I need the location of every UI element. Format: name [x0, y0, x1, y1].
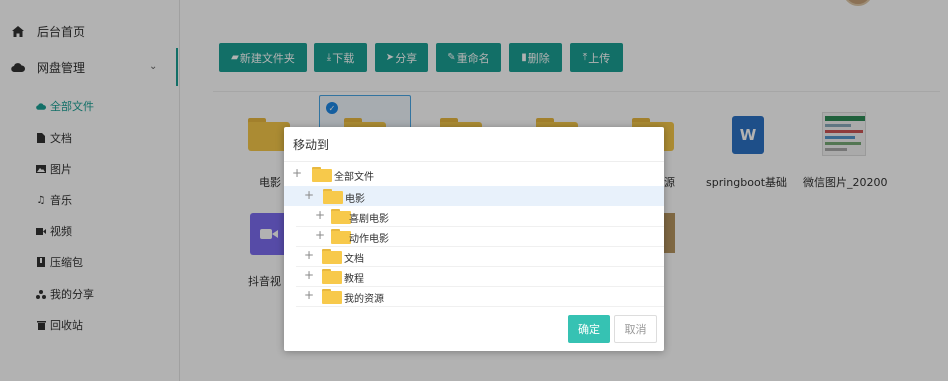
confirm-button[interactable]: 确定: [568, 315, 610, 343]
tree-node-tutorials[interactable]: + 教程: [284, 266, 664, 286]
dialog-title: 移动到: [284, 127, 664, 162]
expand-icon[interactable]: +: [304, 288, 314, 302]
tree-node-label: 教程: [344, 274, 364, 285]
tree-node-label: 动作电影: [349, 234, 389, 245]
expand-icon[interactable]: +: [315, 208, 325, 222]
tree-node-label: 电影: [345, 194, 365, 205]
tree-node-my-resources[interactable]: + 我的资源: [284, 286, 664, 306]
tree-node-all-files[interactable]: + 全部文件: [284, 164, 664, 184]
folder-icon: [331, 209, 351, 224]
expand-icon[interactable]: +: [315, 228, 325, 242]
move-to-dialog: 移动到 + 全部文件 + 电影 + 喜剧电影 + 动作电影 + 文档 + 教程 …: [284, 127, 664, 351]
tree-node-label: 喜剧电影: [349, 214, 389, 225]
tree-node-label: 文档: [344, 254, 364, 265]
tree-node-movies[interactable]: + 电影: [284, 186, 664, 206]
tree-node-comedy-movies[interactable]: + 喜剧电影: [284, 206, 664, 226]
expand-icon[interactable]: +: [304, 248, 314, 262]
folder-icon: [322, 269, 342, 284]
folder-icon: [323, 189, 343, 204]
tree-node-label: 全部文件: [334, 172, 374, 183]
expand-icon[interactable]: +: [304, 268, 314, 282]
expand-icon[interactable]: +: [292, 166, 302, 180]
folder-icon: [322, 249, 342, 264]
tree-node-action-movies[interactable]: + 动作电影: [284, 226, 664, 246]
folder-icon: [312, 167, 332, 182]
folder-icon: [322, 289, 342, 304]
tree-node-documents[interactable]: + 文档: [284, 246, 664, 266]
cancel-button[interactable]: 取消: [614, 315, 657, 343]
expand-icon[interactable]: +: [304, 188, 314, 202]
tree-divider: [296, 306, 664, 307]
tree-node-label: 我的资源: [344, 294, 384, 305]
folder-icon: [331, 229, 351, 244]
